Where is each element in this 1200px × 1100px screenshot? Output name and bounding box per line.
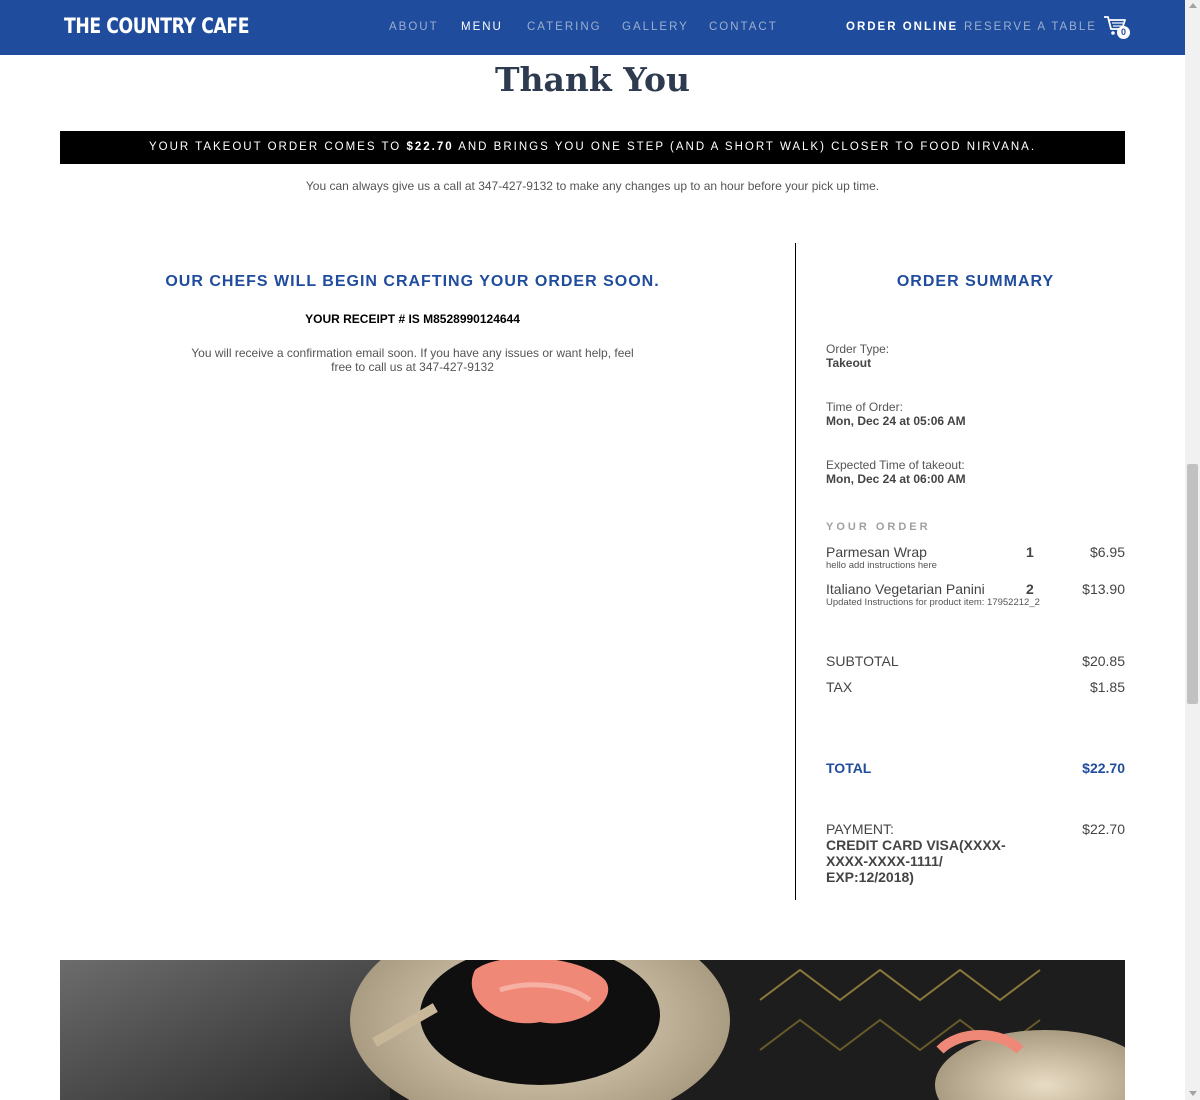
nav-link-catering[interactable]: CATERING	[527, 21, 602, 33]
nav-link-contact[interactable]: CONTACT	[709, 21, 778, 33]
total-value: $22.70	[1082, 760, 1125, 776]
column-divider	[795, 243, 796, 900]
order-type-value: Takeout	[826, 356, 872, 370]
banner-amount: $22.70	[406, 141, 454, 153]
order-summary-heading: ORDER SUMMARY	[896, 273, 1055, 290]
payment-method: CREDIT CARD VISA(XXXX-XXXX-XXXX-1111/ EX…	[826, 837, 1006, 885]
your-order-label: YOUR ORDER	[826, 521, 931, 533]
expected-time-label: Expected Time of takeout:	[826, 458, 965, 472]
confirmation-heading: OUR CHEFS WILL BEGIN CRAFTING YOUR ORDER…	[165, 273, 660, 290]
order-item-note: Updated Instructions for product item: 1…	[826, 597, 1040, 608]
receipt-number: YOUR RECEIPT # IS M8528990124644	[305, 312, 520, 326]
cart-count-badge: 0	[1117, 26, 1130, 39]
payment-label: PAYMENT:	[826, 821, 894, 837]
payment-amount: $22.70	[1082, 821, 1125, 837]
time-of-order-label: Time of Order:	[826, 400, 903, 414]
confirmation-email-note: You will receive a confirmation email so…	[191, 346, 634, 374]
time-of-order-value: Mon, Dec 24 at 05:06 AM	[826, 414, 966, 428]
subtotal-label: SUBTOTAL	[826, 653, 899, 669]
call-note: You can always give us a call at 347-427…	[305, 179, 880, 193]
scroll-up-arrow-icon[interactable]	[1189, 3, 1197, 8]
nav-link-about[interactable]: ABOUT	[389, 21, 439, 33]
order-item-price: $6.95	[1089, 544, 1125, 560]
tax-value: $1.85	[1089, 679, 1125, 695]
top-navbar: THE COUNTRY CAFE ABOUT MENU CATERING GAL…	[0, 0, 1185, 55]
order-item-qty: 2	[1026, 581, 1034, 597]
order-item-note: hello add instructions here	[826, 560, 937, 571]
page-title: Thank You	[495, 60, 690, 99]
site-logo[interactable]: THE COUNTRY CAFE	[64, 14, 249, 38]
order-item-price: $13.90	[1082, 581, 1125, 597]
order-type-label: Order Type:	[826, 342, 890, 356]
nav-link-gallery[interactable]: GALLERY	[622, 21, 689, 33]
reserve-table-link[interactable]: RESERVE A TABLE	[964, 21, 1097, 33]
cart-button[interactable]: 0	[1103, 15, 1133, 41]
tax-label: TAX	[826, 679, 853, 695]
order-item-name: Italiano Vegetarian Panini	[826, 581, 985, 597]
banner-text-before: YOUR TAKEOUT ORDER COMES TO	[148, 141, 407, 153]
order-item-qty: 1	[1026, 544, 1034, 560]
order-item-name: Parmesan Wrap	[826, 544, 927, 560]
subtotal-value: $20.85	[1082, 653, 1125, 669]
nav-link-menu[interactable]: MENU	[461, 21, 503, 33]
sushi-photo	[60, 960, 1125, 1100]
expected-time-value: Mon, Dec 24 at 06:00 AM	[826, 472, 966, 486]
order-total-banner: YOUR TAKEOUT ORDER COMES TO $22.70 AND B…	[60, 131, 1125, 164]
total-label: TOTAL	[826, 760, 872, 776]
banner-text-after: AND BRINGS YOU ONE STEP (AND A SHORT WAL…	[453, 141, 1037, 153]
order-online-link[interactable]: ORDER ONLINE	[846, 21, 958, 33]
scrollbar-thumb[interactable]	[1187, 464, 1198, 704]
scroll-down-arrow-icon[interactable]	[1189, 1091, 1197, 1096]
